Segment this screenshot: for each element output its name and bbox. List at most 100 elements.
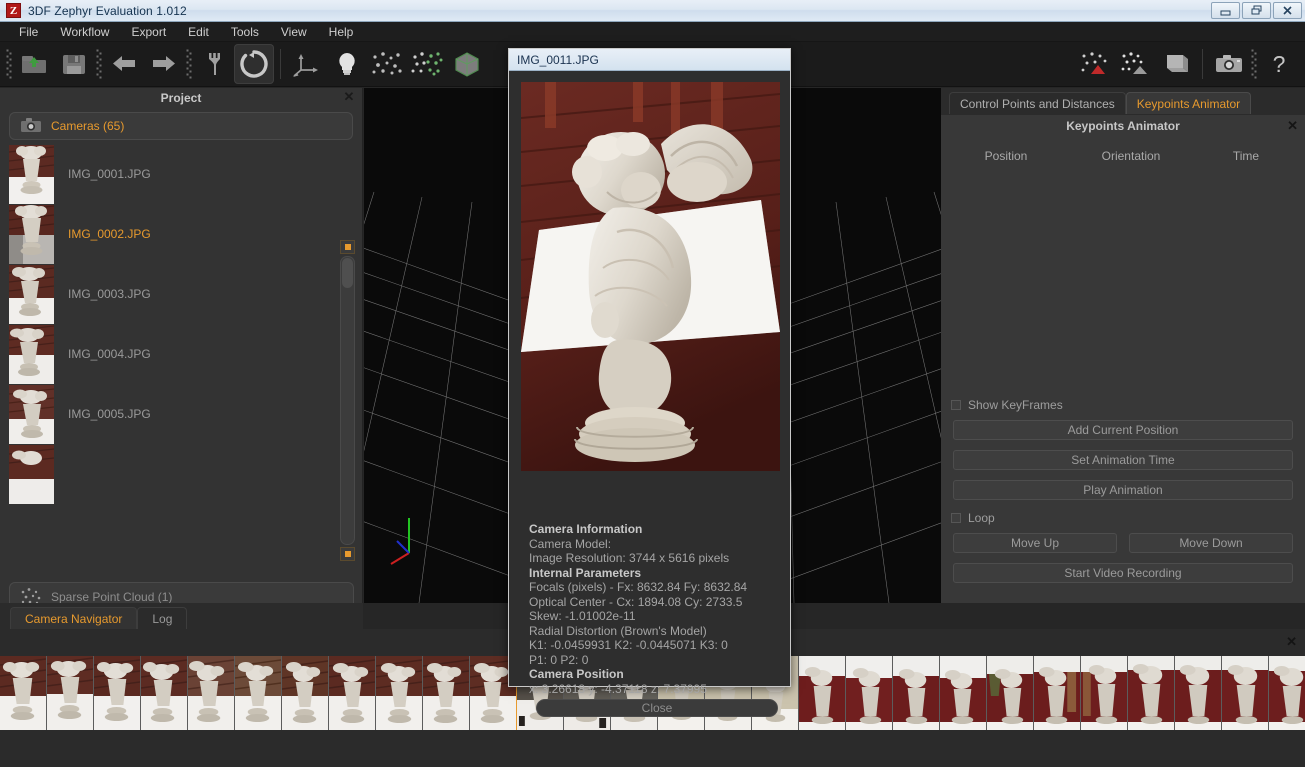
list-item[interactable] [94, 656, 141, 730]
menu-view[interactable]: View [270, 23, 318, 41]
play-animation-button[interactable]: Play Animation [953, 480, 1293, 500]
list-item[interactable] [846, 656, 893, 730]
camera-information-heading: Camera Information [529, 522, 643, 536]
help-question-icon[interactable]: ? [1259, 44, 1299, 84]
scrollbar-thumb[interactable] [342, 258, 353, 288]
point-cloud-grey-icon[interactable] [1116, 44, 1156, 84]
list-item[interactable] [141, 656, 188, 730]
dense-cloud-icon[interactable] [407, 44, 447, 84]
show-keyframes-label: Show KeyFrames [968, 398, 1063, 412]
list-item[interactable] [188, 656, 235, 730]
close-icon[interactable]: ✕ [1286, 634, 1297, 650]
list-item[interactable] [1222, 656, 1269, 730]
group-sparse-label: Sparse Point Cloud (1) [51, 590, 173, 604]
menu-tools[interactable]: Tools [220, 23, 270, 41]
toolbar-separator-2 [1202, 49, 1203, 79]
list-item[interactable] [893, 656, 940, 730]
column-time: Time [1232, 149, 1260, 163]
list-item[interactable]: IMG_0004.JPG [9, 324, 340, 384]
list-item[interactable] [9, 444, 340, 504]
list-item[interactable] [0, 656, 47, 730]
dialog-title: IMG_0011.JPG [517, 52, 599, 67]
dialog-close-button[interactable]: Close [536, 699, 778, 717]
add-current-position-button[interactable]: Add Current Position [953, 420, 1293, 440]
close-button[interactable] [1273, 2, 1302, 19]
sparse-cloud-icon[interactable] [367, 44, 407, 84]
camera-thumbnail [9, 144, 54, 204]
list-item[interactable] [329, 656, 376, 730]
restore-button[interactable] [1242, 2, 1271, 19]
minimize-button[interactable] [1211, 2, 1240, 19]
toolbar-grip[interactable] [4, 44, 14, 84]
show-keyframes-row[interactable]: Show KeyFrames [941, 395, 1305, 415]
project-panel-header: Project ✕ [0, 88, 362, 108]
loop-checkbox[interactable] [951, 513, 961, 523]
menu-edit[interactable]: Edit [177, 23, 220, 41]
toolbar-grip-4[interactable] [1249, 44, 1259, 84]
keypoints-table-body[interactable] [941, 163, 1305, 395]
camera-list[interactable]: IMG_0001.JPG IMG_0002.JPG IMG_0003.JPG I… [9, 144, 340, 559]
list-item[interactable] [1034, 656, 1081, 730]
list-item[interactable] [423, 656, 470, 730]
textured-mesh-icon[interactable] [1156, 44, 1196, 84]
svg-text:?: ? [1273, 51, 1286, 77]
lightbulb-icon[interactable] [327, 44, 367, 84]
toolbar-grip-3[interactable] [184, 44, 194, 84]
camera-name: IMG_0003.JPG [68, 287, 151, 301]
list-item[interactable] [47, 656, 94, 730]
list-item[interactable] [1269, 656, 1305, 730]
tab-control-points-and-distances[interactable]: Control Points and Distances [949, 92, 1126, 114]
list-item[interactable]: IMG_0002.JPG [9, 204, 340, 264]
scrollbar-track[interactable] [340, 256, 355, 545]
save-project-icon[interactable] [54, 44, 94, 84]
move-buttons-row: Move Up Move Down [941, 528, 1305, 553]
settings-wrench-icon[interactable] [194, 44, 234, 84]
list-item[interactable] [1128, 656, 1175, 730]
close-icon[interactable]: ✕ [1287, 118, 1298, 134]
list-item[interactable] [376, 656, 423, 730]
scroll-up-button[interactable] [340, 240, 355, 254]
start-video-recording-button[interactable]: Start Video Recording [953, 563, 1293, 583]
menu-help[interactable]: Help [318, 23, 365, 41]
redo-icon[interactable] [144, 44, 184, 84]
optical-center: Optical Center - Cx: 1894.08 Cy: 2733.5 [529, 594, 743, 609]
tab-log[interactable]: Log [137, 607, 188, 629]
menu-file[interactable]: File [8, 23, 49, 41]
rotate-view-icon[interactable] [234, 44, 274, 84]
list-item[interactable]: IMG_0003.JPG [9, 264, 340, 324]
dialog-title-bar: IMG_0011.JPG [509, 49, 790, 71]
menu-workflow[interactable]: Workflow [49, 23, 120, 41]
tab-camera-navigator[interactable]: Camera Navigator [10, 607, 138, 629]
menu-export[interactable]: Export [120, 23, 177, 41]
loop-row[interactable]: Loop [941, 508, 1305, 528]
show-keyframes-checkbox[interactable] [951, 400, 961, 410]
project-panel: Project ✕ Cameras (65) IMG_0001.JPG IMG_… [0, 88, 363, 688]
group-cameras[interactable]: Cameras (65) [9, 112, 353, 140]
undo-icon[interactable] [104, 44, 144, 84]
open-project-icon[interactable] [14, 44, 54, 84]
list-item[interactable] [235, 656, 282, 730]
list-item[interactable]: IMG_0005.JPG [9, 384, 340, 444]
mesh-cube-icon[interactable] [447, 44, 487, 84]
list-item[interactable] [940, 656, 987, 730]
list-item[interactable] [799, 656, 846, 730]
list-item[interactable]: IMG_0001.JPG [9, 144, 340, 204]
list-item[interactable] [1081, 656, 1128, 730]
tab-keypoints-animator[interactable]: Keypoints Animator [1125, 92, 1252, 114]
list-item[interactable] [1175, 656, 1222, 730]
scroll-down-button[interactable] [340, 547, 355, 561]
list-item[interactable] [282, 656, 329, 730]
camera-snapshot-icon[interactable] [1209, 44, 1249, 84]
close-icon[interactable]: ✕ [342, 89, 356, 104]
right-dock-panel: Control Points and Distances Keypoints A… [941, 88, 1305, 603]
point-cloud-red-icon[interactable] [1076, 44, 1116, 84]
set-animation-time-button[interactable]: Set Animation Time [953, 450, 1293, 470]
column-position: Position [984, 149, 1028, 163]
axis-gizmo-icon[interactable] [287, 44, 327, 84]
move-down-button[interactable]: Move Down [1129, 533, 1293, 553]
move-up-button[interactable]: Move Up [953, 533, 1117, 553]
toolbar-grip-2[interactable] [94, 44, 104, 84]
list-item[interactable] [987, 656, 1034, 730]
camera-list-scrollbar[interactable] [340, 240, 355, 561]
project-panel-title: Project [160, 91, 202, 105]
